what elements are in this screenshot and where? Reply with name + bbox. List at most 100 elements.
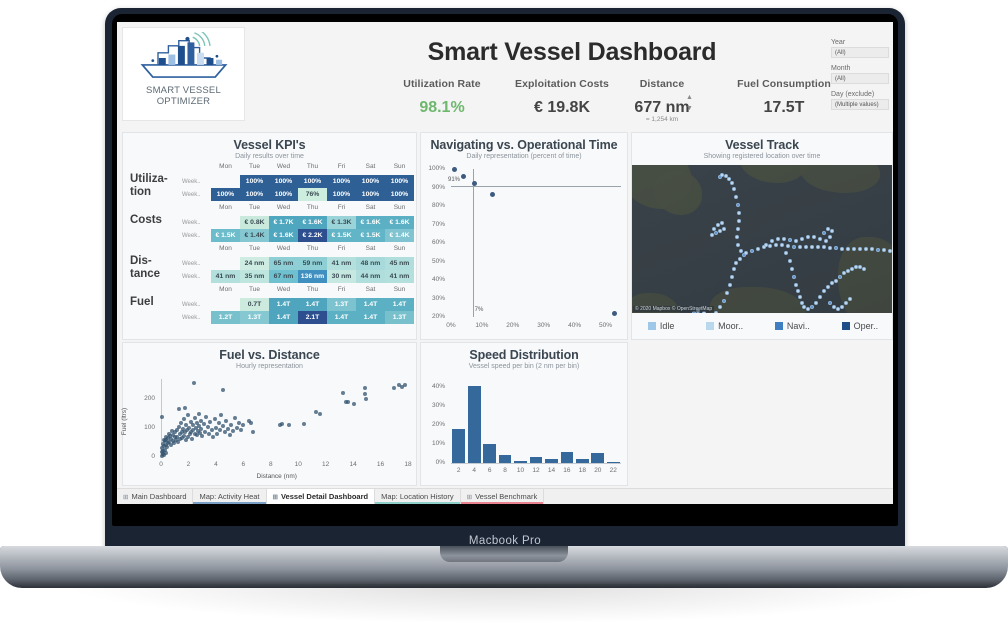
kpi-cell[interactable]: € 1.5K (327, 229, 356, 242)
track-point[interactable] (824, 239, 828, 243)
track-point[interactable] (846, 247, 850, 251)
fuel-distance-point[interactable] (178, 420, 183, 425)
fuel-distance-point[interactable] (250, 430, 255, 435)
track-point[interactable] (812, 235, 816, 239)
track-point[interactable] (756, 247, 760, 251)
fuel-distance-point[interactable] (345, 400, 350, 405)
track-point[interactable] (750, 249, 754, 253)
fuel-distance-point[interactable] (224, 418, 229, 423)
track-point[interactable] (822, 289, 826, 293)
kpi-cell[interactable]: 1.3T (240, 311, 269, 324)
kpi-cell[interactable]: € 1.6K (385, 216, 414, 229)
kpi-cell[interactable]: 100% (385, 175, 414, 188)
kpi-cell[interactable]: 100% (356, 188, 385, 201)
track-point[interactable] (864, 247, 868, 251)
track-point[interactable] (858, 247, 862, 251)
fuel-distance-point[interactable] (201, 422, 206, 427)
kpi-cell[interactable]: € 1.6K (356, 216, 385, 229)
fuel-distance-point[interactable] (391, 385, 396, 390)
track-point[interactable] (810, 245, 814, 249)
kpi-cell[interactable]: 1.4T (269, 311, 298, 324)
track-point[interactable] (730, 275, 734, 279)
fuel-distance-point[interactable] (193, 416, 198, 420)
fuel-distance-point[interactable] (286, 422, 291, 427)
track-point[interactable] (834, 246, 838, 250)
track-point[interactable] (814, 301, 818, 305)
fuel-distance-point[interactable] (228, 422, 233, 427)
fuel-distance-point[interactable] (402, 382, 407, 387)
kpi-cell[interactable]: 41 nm (327, 257, 356, 270)
speed-bar[interactable] (467, 385, 481, 463)
kpi-cell[interactable]: 136 nm (298, 270, 327, 283)
track-point[interactable] (796, 289, 800, 293)
kpi-cell[interactable]: 100% (327, 188, 356, 201)
kpi-cell[interactable]: 45 nm (385, 257, 414, 270)
track-point[interactable] (780, 243, 784, 247)
speed-bar[interactable] (591, 453, 605, 463)
kpi-cell[interactable]: 100% (385, 188, 414, 201)
track-point[interactable] (764, 243, 768, 247)
fuel-distance-point[interactable] (351, 401, 356, 406)
fuel-distance-point[interactable] (191, 381, 196, 386)
track-point[interactable] (728, 283, 732, 287)
kpi-cell[interactable]: € 0.8K (240, 216, 269, 229)
track-point[interactable] (788, 238, 792, 242)
map-legend-item[interactable]: Navi.. (774, 321, 810, 331)
fuel-distance-point[interactable] (205, 424, 210, 429)
fuel-distance-point[interactable] (216, 420, 221, 425)
track-point[interactable] (794, 283, 798, 287)
kpi-cell[interactable] (211, 175, 240, 188)
fuel-distance-point[interactable] (208, 419, 213, 424)
kpi-cell[interactable]: 1.2T (211, 311, 240, 324)
track-point[interactable] (870, 247, 874, 251)
kpi-cell[interactable]: 48 nm (356, 257, 385, 270)
track-point[interactable] (798, 245, 802, 249)
track-point[interactable] (848, 297, 852, 301)
fuel-distance-point[interactable] (176, 407, 181, 412)
kpi-cell[interactable]: € 1.6K (269, 229, 298, 242)
kpi-cell[interactable]: 24 nm (240, 257, 269, 270)
kpi-cell[interactable]: 1.3T (385, 311, 414, 324)
kpi-cell[interactable]: 100% (240, 175, 269, 188)
track-point[interactable] (712, 227, 716, 231)
track-point[interactable] (818, 295, 822, 299)
track-point[interactable] (722, 227, 726, 231)
fuel-distance-point[interactable] (221, 423, 226, 428)
kpi-cell[interactable]: 100% (240, 188, 269, 201)
map-canvas[interactable]: © 2020 Mapbox © OpenStreetMap (632, 165, 892, 313)
fuel-distance-point[interactable] (212, 417, 217, 422)
scatter-point[interactable] (460, 173, 466, 179)
fuel-distance-point[interactable] (318, 411, 323, 416)
kpi-cell[interactable]: 35 nm (240, 270, 269, 283)
scatter-point[interactable] (471, 181, 477, 187)
track-point[interactable] (716, 223, 720, 227)
tab-vessel-benchmark[interactable]: ⊞ Vessel Benchmark (461, 489, 545, 504)
track-point[interactable] (792, 245, 796, 249)
track-point[interactable] (735, 235, 739, 239)
kpi-cell[interactable]: 2.1T (298, 311, 327, 324)
track-point[interactable] (722, 299, 726, 303)
track-point[interactable] (862, 267, 866, 271)
kpi-cell[interactable]: 1.4T (356, 298, 385, 311)
kpi-cell[interactable]: € 1.3K (327, 216, 356, 229)
scatter-point[interactable] (490, 192, 496, 198)
fuel-distance-point[interactable] (189, 436, 194, 441)
track-point[interactable] (840, 247, 844, 251)
fuel-distance-point[interactable] (196, 411, 201, 416)
track-point[interactable] (732, 267, 736, 271)
kpi-cell[interactable]: 41 nm (385, 270, 414, 283)
fuel-distance-point[interactable] (183, 405, 187, 410)
track-point[interactable] (828, 301, 832, 305)
kpi-cell[interactable]: 1.4T (269, 298, 298, 311)
track-point[interactable] (732, 187, 736, 191)
kpi-cell[interactable]: 30 nm (327, 270, 356, 283)
kpi-cell[interactable]: 1.4T (356, 311, 385, 324)
chevron-up-icon[interactable]: ▲ (685, 94, 694, 101)
track-point[interactable] (882, 248, 886, 252)
kpi-cell[interactable]: 41 nm (211, 270, 240, 283)
map-legend-item[interactable]: Moor.. (706, 321, 743, 331)
fuel-distance-point[interactable] (219, 413, 224, 418)
kpi-cell[interactable]: € 2.2K (298, 229, 327, 242)
track-point[interactable] (818, 237, 822, 241)
scatter-point[interactable] (612, 310, 618, 316)
